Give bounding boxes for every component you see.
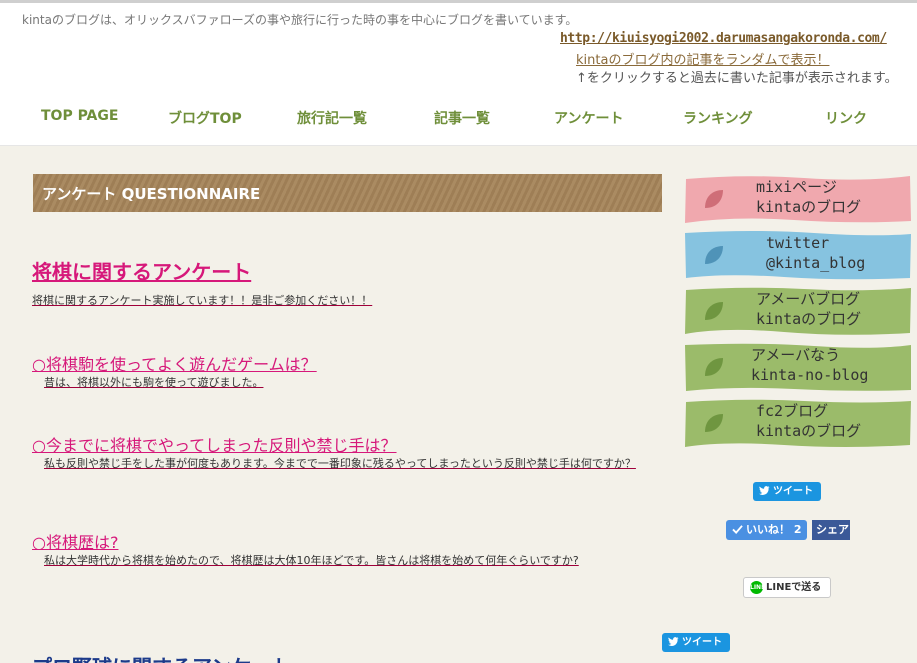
sidebar-label: アメーバなう kinta-no-blog bbox=[751, 346, 869, 384]
nav-item-travel-list[interactable]: 旅行記一覧 bbox=[297, 108, 367, 128]
sidebar-link-ameba-now[interactable]: アメーバなう kinta-no-blog bbox=[684, 341, 912, 393]
sidebar-link-twitter[interactable]: twitter @kinta_blog bbox=[684, 229, 912, 281]
question-title-link[interactable]: ○今までに将棋でやってしまった反則や禁じ手は？ bbox=[32, 432, 662, 456]
nav-item-questionnaire[interactable]: アンケート bbox=[554, 108, 623, 128]
main-content: アンケート QUESTIONNAIRE 将棋に関するアンケート 将棋に関するアン… bbox=[0, 146, 917, 663]
like-button[interactable]: いいね！ 2 bbox=[726, 520, 808, 540]
twitter-bird-icon bbox=[759, 486, 770, 495]
site-header: kintaのブログは、オリックスバファローズの事や旅行に行った時の事を中心にブロ… bbox=[0, 0, 917, 146]
line-icon: LINE bbox=[750, 580, 765, 594]
question-description: 私も反則や禁じ手をした事が何度もあります。今までで一番印象に残るやってしまったと… bbox=[44, 457, 636, 470]
tweet-button[interactable]: ツイート bbox=[662, 633, 730, 652]
sidebar-label: アメーバブログ kintaのブログ bbox=[756, 290, 862, 328]
site-url-link[interactable]: http://kiuisyogi2002.darumasangakoronda.… bbox=[560, 31, 887, 46]
nav-item-links[interactable]: リンク bbox=[825, 108, 867, 128]
section-title: アンケート QUESTIONNAIRE bbox=[42, 185, 261, 203]
question-title-link[interactable]: ○将棋歴は? bbox=[32, 529, 662, 553]
leaf-icon bbox=[705, 246, 723, 264]
question-item: ○今までに将棋でやってしまった反則や禁じ手は？ 私も反則や禁じ手をした事が何度も… bbox=[32, 432, 662, 472]
leaf-icon bbox=[705, 414, 723, 432]
tweet-button[interactable]: ツイート bbox=[753, 482, 821, 501]
question-item: ○将棋歴は? 私は大学時代から将棋を始めたので、将棋歴は大体10年ほどです。皆さ… bbox=[32, 529, 662, 569]
sidebar-link-mixi[interactable]: mixiページ kintaのブログ bbox=[684, 173, 912, 225]
nav-item-blog-top[interactable]: ブログTOP bbox=[168, 108, 242, 128]
check-icon bbox=[732, 525, 743, 534]
line-send-button[interactable]: LINELINEで送る bbox=[743, 577, 831, 598]
twitter-bird-icon bbox=[668, 637, 679, 646]
share-button[interactable]: シェア bbox=[812, 520, 850, 540]
sidebar-label: fc2ブログ kintaのブログ bbox=[756, 402, 862, 440]
section-header: アンケート QUESTIONNAIRE bbox=[33, 174, 662, 212]
next-survey-title[interactable]: プロ野球に関するアンケート bbox=[32, 651, 291, 663]
leaf-icon bbox=[705, 302, 723, 320]
leaf-icon bbox=[705, 358, 723, 376]
leaf-icon bbox=[705, 190, 723, 208]
survey-title-link[interactable]: 将棋に関するアンケート bbox=[32, 256, 251, 285]
top-border bbox=[0, 0, 917, 3]
random-link-note: ↑をクリックすると過去に書いた記事が表示されます。 bbox=[576, 71, 898, 86]
random-article-link[interactable]: kintaのブログ内の記事をランダムで表示！ bbox=[576, 49, 829, 68]
sidebar-label: twitter @kinta_blog bbox=[766, 234, 866, 272]
site-description: kintaのブログは、オリックスバファローズの事や旅行に行った時の事を中心にブロ… bbox=[22, 13, 578, 27]
nav-item-top-page[interactable]: TOP PAGE bbox=[41, 108, 118, 124]
question-title-link[interactable]: ○将棋駒を使ってよく遊んだゲームは？ bbox=[32, 351, 662, 375]
nav-item-article-list[interactable]: 記事一覧 bbox=[434, 108, 490, 128]
question-description: 私は大学時代から将棋を始めたので、将棋歴は大体10年ほどです。皆さんは将棋を始め… bbox=[44, 554, 579, 567]
question-item: ○将棋駒を使ってよく遊んだゲームは？ 昔は、将棋以外にも駒を使って遊びました。 bbox=[32, 351, 662, 391]
survey-intro: 将棋に関するアンケート実施しています！！是非ご参加ください！！ bbox=[32, 294, 373, 307]
nav-item-ranking[interactable]: ランキング bbox=[683, 108, 753, 128]
sidebar-link-ameba-blog[interactable]: アメーバブログ kintaのブログ bbox=[684, 285, 912, 337]
sidebar-link-fc2-blog[interactable]: fc2ブログ kintaのブログ bbox=[684, 397, 912, 449]
question-description: 昔は、将棋以外にも駒を使って遊びました。 bbox=[44, 376, 264, 389]
main-nav: TOP PAGE ブログTOP 旅行記一覧 記事一覧 アンケート ランキング リ… bbox=[0, 108, 917, 134]
sidebar-label: mixiページ kintaのブログ bbox=[756, 178, 862, 216]
